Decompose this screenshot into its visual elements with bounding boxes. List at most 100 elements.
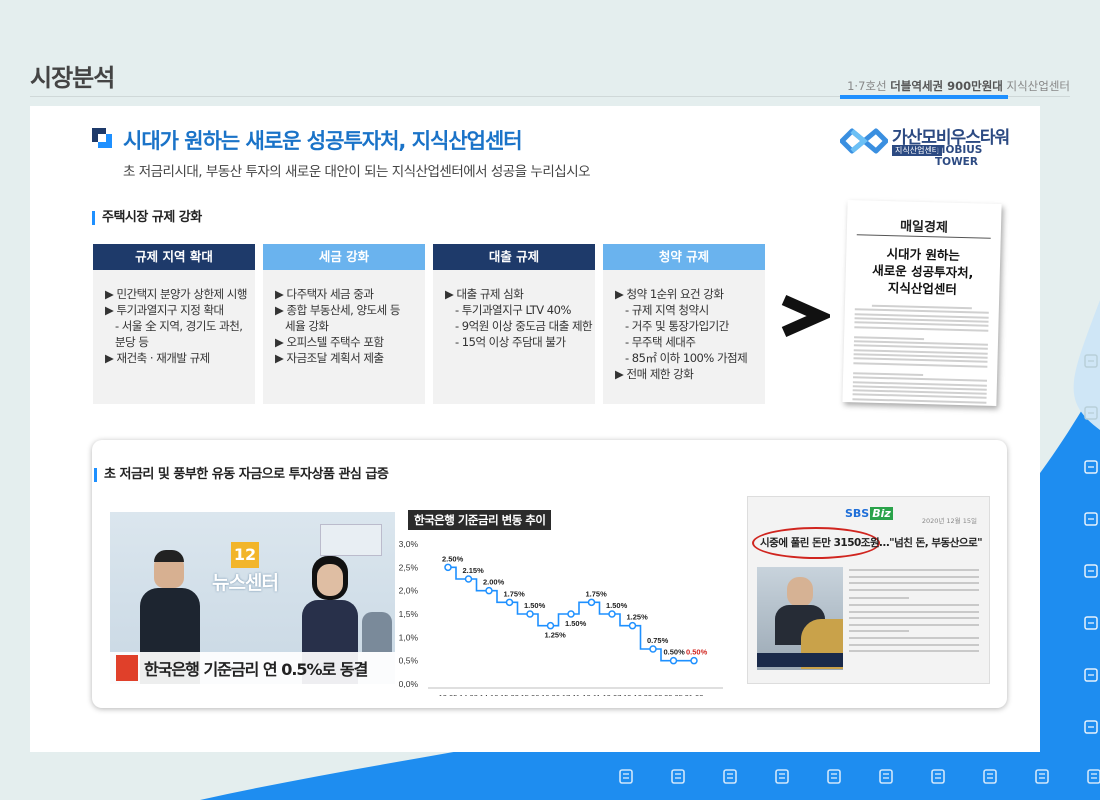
data-point — [526, 610, 534, 618]
side-decor-icon — [1084, 512, 1098, 526]
data-label: 0.75% — [647, 636, 669, 645]
side-decor-icon — [1084, 354, 1098, 368]
sbs-logo: SBS Biz — [845, 507, 893, 520]
rate-line-chart: 3,0% 2,5% 2,0% 1,5% 1,0% 0,5% 0,0% 2.50% 13.05 2.… — [399, 539, 723, 696]
side-decor-icon — [1084, 564, 1098, 578]
y-tick-label: 1,5% — [399, 609, 419, 619]
side-decor-icon — [1084, 720, 1098, 734]
chevron-right-icon — [781, 294, 830, 338]
side-decor-icon — [1084, 406, 1098, 420]
regulation-item: ▶ 민간택지 분양가 상한제 시행 — [105, 287, 247, 301]
regulation-item: - 9억원 이상 중도금 대출 제한 — [455, 319, 593, 333]
mobius-tower-logo: 가산모비우스타워 지식산업센터 MOBIUS TOWER — [840, 124, 1015, 168]
x-tick-label: 19.07 — [603, 693, 622, 696]
news-caption: 한국은행 기준금리 연 0.5%로 동결 — [144, 660, 368, 679]
sbs-text-line — [849, 630, 909, 633]
data-point — [567, 610, 575, 618]
sbs-logo-a: SBS — [845, 507, 870, 520]
data-label: 2.00% — [483, 578, 505, 587]
regulation-item: ▶ 오피스텔 주택수 포함 — [275, 335, 384, 349]
data-label: 1.25% — [545, 631, 567, 640]
sbs-text-line — [849, 623, 979, 626]
newspaper-headline: 시대가 원하는 새로운 성공투자처, 지식산업센터 — [845, 244, 1000, 299]
data-label: 1.50% — [606, 601, 628, 610]
data-point — [628, 621, 637, 630]
regulation-item: - 규제 지역 청약시 — [625, 303, 709, 317]
x-tick-label: 15.06 — [521, 693, 540, 696]
footer-icon-row — [612, 766, 1100, 790]
data-label: 1.75% — [586, 589, 608, 598]
mobius-logo-icon — [840, 128, 888, 154]
hero-title: 시대가 원하는 새로운 성공투자처, 지식산업센터 — [123, 129, 523, 153]
regulation-item: ▶ 전매 제한 강화 — [615, 367, 694, 381]
y-tick-label: 2,0% — [399, 586, 419, 596]
investment-panel: 초 저금리 및 풍부한 유동 자금으로 투자상품 관심 급증 12 뉴스센터 한… — [92, 440, 1007, 708]
sign-language-interpreter — [362, 612, 392, 652]
tree-icon — [775, 769, 789, 784]
data-point — [649, 645, 657, 653]
x-tick-label: 17.11 — [562, 693, 580, 696]
regulation-item: - 투기과열지구 LTV 40% — [455, 303, 571, 317]
regulation-item: - 무주택 세대주 — [625, 335, 696, 349]
header-accent-bar — [840, 95, 1008, 99]
sbs-text-line — [849, 597, 909, 600]
data-label: 2.15% — [463, 566, 485, 575]
regulation-item: - 85㎡ 이하 100% 가점제 — [625, 351, 748, 365]
sbs-text-line — [849, 637, 979, 639]
regulation-item: ▶ 청약 1순위 요건 강화 — [615, 287, 724, 301]
caption-logo — [116, 655, 138, 681]
regulation-item: 세율 강화 — [285, 319, 329, 333]
sbs-headline: 시중에 풀린 돈만 3150조원…"넘친 돈, 부동산으로" — [760, 537, 983, 549]
regulation-card-title: 세금 강화 — [263, 244, 425, 270]
data-label: 2.50% — [442, 554, 464, 563]
y-tick-label: 1,0% — [399, 632, 419, 642]
x-tick-label: 14.08 — [459, 693, 478, 696]
data-point — [608, 610, 616, 618]
sbs-text-line — [849, 643, 979, 646]
newspaper-clipping: 매일경제 시대가 원하는 새로운 성공투자처, 지식산업센터 — [842, 200, 1002, 406]
data-point — [587, 598, 596, 607]
regulation-item: ▶ 투기과열지구 지정 확대 — [105, 303, 224, 317]
data-point — [690, 656, 698, 665]
regulation-card: 세금 강화 ▶ 다주택자 세금 중과 ▶ 종합 부동산세, 양도세 등 세율 강화 ▶ … — [263, 244, 425, 404]
data-label: 0.50% — [686, 648, 708, 657]
data-point — [444, 563, 452, 572]
regulation-card-title: 대출 규제 — [433, 244, 595, 270]
news-broadcast-image: 12 뉴스센터 한국은행 기준금리 연 0.5%로 동결 — [110, 512, 395, 684]
y-tick-label: 2,5% — [399, 562, 419, 572]
sbs-text-line — [849, 604, 979, 606]
regulation-item: ▶ 종합 부동산세, 양도세 등 — [275, 303, 400, 317]
news-screen-graphic — [320, 524, 382, 556]
data-label: 1.50% — [524, 601, 546, 610]
header-bold: 더블역세권 900만원대 — [890, 79, 1003, 93]
x-tick-label: 16.06 — [541, 693, 560, 696]
main-panel: 시대가 원하는 새로운 성공투자처, 지식산업센터 초 저금리시대, 부동산 투… — [30, 106, 1040, 752]
header-prefix: 1·7호선 — [847, 79, 891, 93]
title-square-icon — [92, 128, 112, 148]
sbs-news-photo — [757, 567, 843, 670]
regulation-item: ▶ 재건축 · 재개발 규제 — [105, 351, 210, 365]
sbs-text-line — [849, 569, 979, 571]
x-tick-label: 20.05 — [664, 693, 683, 696]
data-point — [464, 575, 473, 583]
side-decor-icon — [1084, 668, 1098, 682]
regulation-card: 규제 지역 확대 ▶ 민간택지 분양가 상한제 시행 ▶ 투기과열지구 지정 확대 -… — [93, 244, 255, 404]
data-label: 1.75% — [504, 589, 526, 598]
building-icon — [723, 769, 737, 784]
x-tick-label: 19.10 — [623, 693, 642, 696]
x-tick-label: 13.05 — [439, 693, 458, 696]
x-tick-label: 20.03 — [644, 693, 663, 696]
regulation-card: 대출 규제 ▶ 대출 규제 심화 - 투기과열지구 LTV 40% - 9억원 이상 … — [433, 244, 595, 404]
regulation-card-title: 규제 지역 확대 — [93, 244, 255, 270]
factory-icon — [619, 769, 633, 784]
sbs-text-line — [849, 650, 979, 653]
x-tick-label: 18.11 — [582, 693, 600, 696]
data-label: 1.25% — [627, 613, 649, 622]
door-icon — [671, 769, 685, 784]
data-point — [485, 586, 493, 595]
sbs-text-line — [849, 617, 979, 620]
regulation-item: ▶ 자금조달 계획서 제출 — [275, 351, 384, 365]
sbs-text-line — [849, 575, 979, 578]
investment-label: 초 저금리 및 풍부한 유동 자금으로 투자상품 관심 급증 — [94, 468, 389, 482]
side-decor-icon — [1084, 460, 1098, 474]
